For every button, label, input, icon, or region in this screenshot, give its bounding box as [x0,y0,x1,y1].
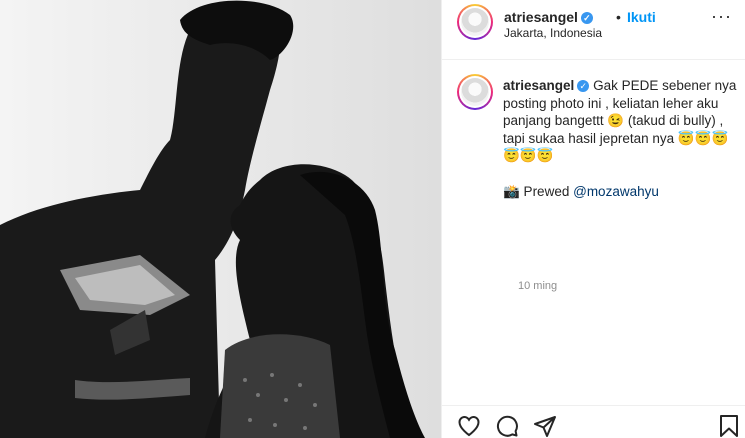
verified-badge-icon: ✓ [577,80,590,92]
heart-icon[interactable] [457,414,483,438]
post-details-panel: atriesangel ✓ • Ikuti Jakarta, Indonesia … [441,0,745,438]
share-icon[interactable] [533,414,559,438]
caption-prewed: 📸 Prewed [503,183,570,199]
more-options-icon[interactable]: ··· [711,6,732,27]
caption-avatar[interactable] [457,74,493,110]
post-photo[interactable] [0,0,441,438]
post-header: atriesangel ✓ • Ikuti Jakarta, Indonesia … [442,0,745,60]
username-link[interactable]: atriesangel ✓ [504,9,593,25]
couple-silhouette-image [0,0,441,438]
comment-icon[interactable] [495,414,521,438]
avatar[interactable] [457,4,493,40]
caption-text: atriesangel ✓ Gak PEDE sebener nya postin… [503,77,739,200]
timestamp[interactable]: 10 ming [518,280,557,292]
follow-button[interactable]: Ikuti [627,9,656,25]
verified-badge-icon: ✓ [580,12,593,24]
location-link[interactable]: Jakarta, Indonesia [504,26,602,40]
separator-dot: • [616,9,621,25]
caption-username[interactable]: atriesangel [503,78,574,93]
mention-link[interactable]: @mozawahyu [573,184,659,199]
bookmark-icon[interactable] [717,414,743,438]
username-text[interactable]: atriesangel [504,9,578,25]
action-bar [442,405,745,438]
